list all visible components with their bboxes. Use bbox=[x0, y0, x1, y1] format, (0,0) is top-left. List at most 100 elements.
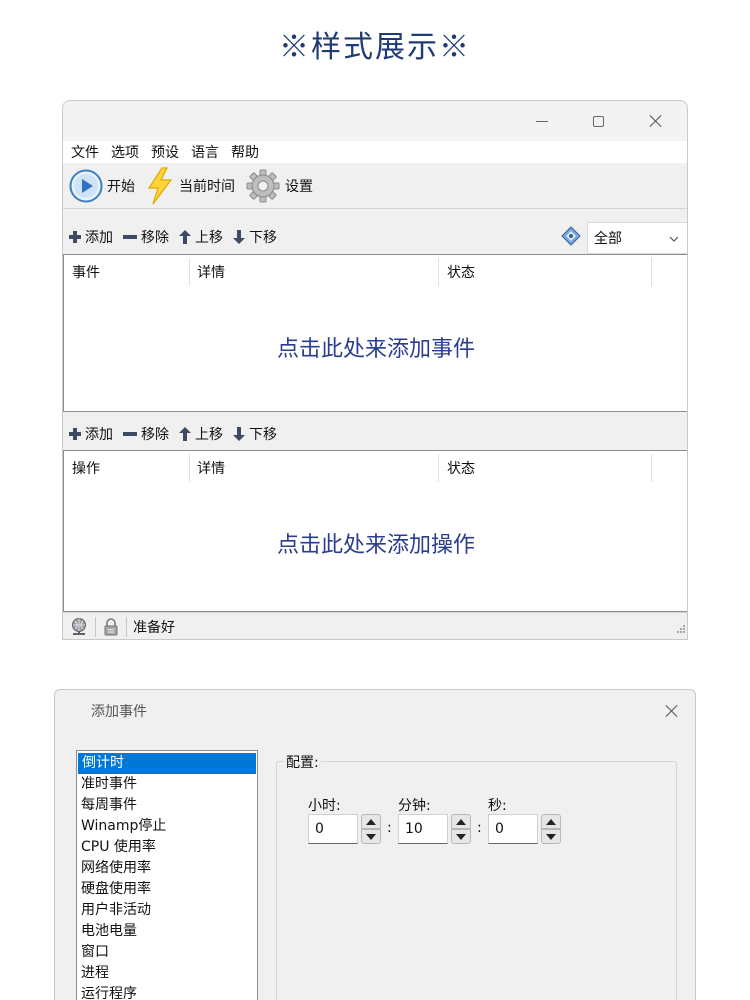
move-up-event-button[interactable]: 上移 bbox=[179, 227, 223, 247]
arrow-down-icon bbox=[233, 427, 245, 441]
event-type-countdown[interactable]: 倒计时 bbox=[78, 753, 256, 774]
move-up-label: 上移 bbox=[195, 427, 223, 443]
minimize-button[interactable] bbox=[521, 107, 563, 135]
move-down-label: 下移 bbox=[249, 230, 277, 246]
triangle-up-icon bbox=[456, 818, 466, 825]
event-type-run-program[interactable]: 运行程序 bbox=[77, 984, 257, 1000]
maximize-icon bbox=[592, 115, 604, 127]
close-icon bbox=[665, 704, 679, 718]
add-event-button[interactable]: 添加 bbox=[69, 227, 113, 247]
event-type-network-usage[interactable]: 网络使用率 bbox=[77, 858, 257, 879]
filter-dropdown[interactable]: 全部 bbox=[587, 222, 687, 254]
minutes-decrement-button[interactable] bbox=[451, 829, 471, 844]
settings-label: 设置 bbox=[285, 178, 313, 195]
column-header-status[interactable]: 状态 bbox=[447, 262, 475, 282]
column-separator[interactable] bbox=[651, 454, 652, 482]
column-header-details[interactable]: 详情 bbox=[197, 458, 225, 478]
event-type-list[interactable]: 倒计时 准时事件 每周事件 Winamp停止 CPU 使用率 网络使用率 硬盘使… bbox=[76, 750, 258, 1000]
play-icon bbox=[69, 169, 103, 203]
seconds-label: 秒: bbox=[488, 798, 507, 814]
events-list[interactable]: 事件 详情 状态 点击此处来添加事件 bbox=[63, 254, 687, 412]
time-separator: : bbox=[387, 820, 392, 836]
minutes-label: 分钟: bbox=[398, 798, 431, 814]
maximize-button[interactable] bbox=[577, 107, 619, 135]
current-time-label: 当前时间 bbox=[179, 178, 235, 195]
lock-icon bbox=[102, 617, 120, 637]
event-type-process[interactable]: 进程 bbox=[77, 963, 257, 984]
seconds-stepper[interactable] bbox=[541, 814, 561, 844]
triangle-up-icon bbox=[366, 818, 376, 825]
resize-grip-icon[interactable] bbox=[675, 623, 685, 639]
hours-increment-button[interactable] bbox=[361, 814, 381, 829]
current-time-button[interactable]: 当前时间 bbox=[145, 166, 235, 205]
minutes-increment-button[interactable] bbox=[451, 814, 471, 829]
column-header-details[interactable]: 详情 bbox=[197, 262, 225, 282]
move-up-label: 上移 bbox=[195, 230, 223, 246]
status-separator bbox=[95, 617, 96, 637]
close-icon bbox=[649, 114, 663, 128]
column-header-action[interactable]: 操作 bbox=[72, 458, 100, 478]
status-separator bbox=[126, 617, 127, 637]
add-label: 添加 bbox=[85, 427, 113, 443]
settings-button[interactable]: 设置 bbox=[245, 168, 313, 204]
remove-event-button[interactable]: 移除 bbox=[123, 227, 169, 247]
seconds-increment-button[interactable] bbox=[541, 814, 561, 829]
menu-file[interactable]: 文件 bbox=[71, 142, 99, 162]
event-type-scheduled[interactable]: 准时事件 bbox=[77, 774, 257, 795]
start-button[interactable]: 开始 bbox=[69, 169, 135, 203]
menu-language[interactable]: 语言 bbox=[191, 142, 219, 162]
event-type-battery-level[interactable]: 电池电量 bbox=[77, 921, 257, 942]
event-type-winamp-stop[interactable]: Winamp停止 bbox=[77, 816, 257, 837]
move-up-action-button[interactable]: 上移 bbox=[179, 424, 223, 444]
page-title: ※样式展示※ bbox=[279, 30, 471, 65]
minimize-icon bbox=[536, 120, 548, 122]
column-separator[interactable] bbox=[438, 258, 439, 286]
event-type-weekly[interactable]: 每周事件 bbox=[77, 795, 257, 816]
minutes-stepper[interactable] bbox=[451, 814, 471, 844]
actions-list[interactable]: 操作 详情 状态 点击此处来添加操作 bbox=[63, 450, 687, 612]
column-header-status[interactable]: 状态 bbox=[447, 458, 475, 478]
time-separator: : bbox=[477, 820, 482, 836]
lightning-icon bbox=[145, 166, 175, 205]
network-globe-icon bbox=[69, 617, 89, 637]
event-type-window[interactable]: 窗口 bbox=[77, 942, 257, 963]
event-type-user-inactive[interactable]: 用户非活动 bbox=[77, 900, 257, 921]
move-down-label: 下移 bbox=[249, 427, 277, 443]
move-down-action-button[interactable]: 下移 bbox=[233, 424, 277, 444]
column-separator[interactable] bbox=[189, 258, 190, 286]
minus-icon bbox=[123, 431, 137, 437]
remove-action-button[interactable]: 移除 bbox=[123, 424, 169, 444]
menu-presets[interactable]: 预设 bbox=[151, 142, 179, 162]
close-button[interactable] bbox=[635, 107, 677, 135]
add-event-hint[interactable]: 点击此处来添加事件 bbox=[64, 331, 687, 363]
event-type-disk-usage[interactable]: 硬盘使用率 bbox=[77, 879, 257, 900]
add-action-hint[interactable]: 点击此处来添加操作 bbox=[64, 527, 687, 559]
event-type-cpu-usage[interactable]: CPU 使用率 bbox=[77, 837, 257, 858]
add-action-button[interactable]: 添加 bbox=[69, 424, 113, 444]
move-down-event-button[interactable]: 下移 bbox=[233, 227, 277, 247]
remove-label: 移除 bbox=[141, 230, 169, 246]
minutes-input[interactable]: 10 bbox=[398, 814, 448, 844]
gear-icon bbox=[245, 168, 281, 204]
main-window: 文件 选项 预设 语言 帮助 开始 当前时间 设置 添加 移除 上移 下移 全部… bbox=[62, 100, 688, 640]
hours-input[interactable]: 0 bbox=[308, 814, 358, 844]
seconds-input[interactable]: 0 bbox=[488, 814, 538, 844]
menu-options[interactable]: 选项 bbox=[111, 142, 139, 162]
status-text: 准备好 bbox=[133, 620, 175, 636]
menu-help[interactable]: 帮助 bbox=[231, 142, 259, 162]
add-label: 添加 bbox=[85, 230, 113, 246]
filter-selected-value: 全部 bbox=[594, 231, 622, 247]
hours-stepper[interactable] bbox=[361, 814, 381, 844]
column-header-event[interactable]: 事件 bbox=[72, 262, 100, 282]
column-separator[interactable] bbox=[189, 454, 190, 482]
column-separator[interactable] bbox=[651, 258, 652, 286]
config-legend: 配置: bbox=[284, 752, 321, 772]
events-list-header: 事件 详情 状态 bbox=[64, 255, 687, 287]
dialog-close-button[interactable] bbox=[665, 704, 679, 718]
status-bar: 准备好 bbox=[63, 612, 687, 639]
arrow-up-icon bbox=[179, 427, 191, 441]
seconds-decrement-button[interactable] bbox=[541, 829, 561, 844]
hours-decrement-button[interactable] bbox=[361, 829, 381, 844]
add-event-dialog: 添加事件 倒计时 准时事件 每周事件 Winamp停止 CPU 使用率 网络使用… bbox=[54, 689, 696, 1000]
column-separator[interactable] bbox=[438, 454, 439, 482]
